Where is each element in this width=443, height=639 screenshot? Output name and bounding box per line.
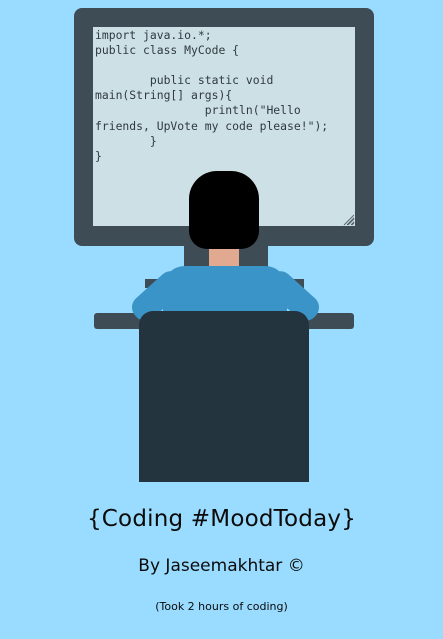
resize-grip-icon[interactable] xyxy=(342,213,355,226)
page-title: {Coding #MoodToday} xyxy=(86,506,357,532)
person-head xyxy=(189,171,259,249)
coding-illustration: import java.io.*; public class MyCode { … xyxy=(0,0,443,639)
chair-back xyxy=(139,311,309,482)
time-note: (Took 2 hours of coding) xyxy=(155,600,288,613)
author-credit: By Jaseemakhtar © xyxy=(138,556,305,576)
